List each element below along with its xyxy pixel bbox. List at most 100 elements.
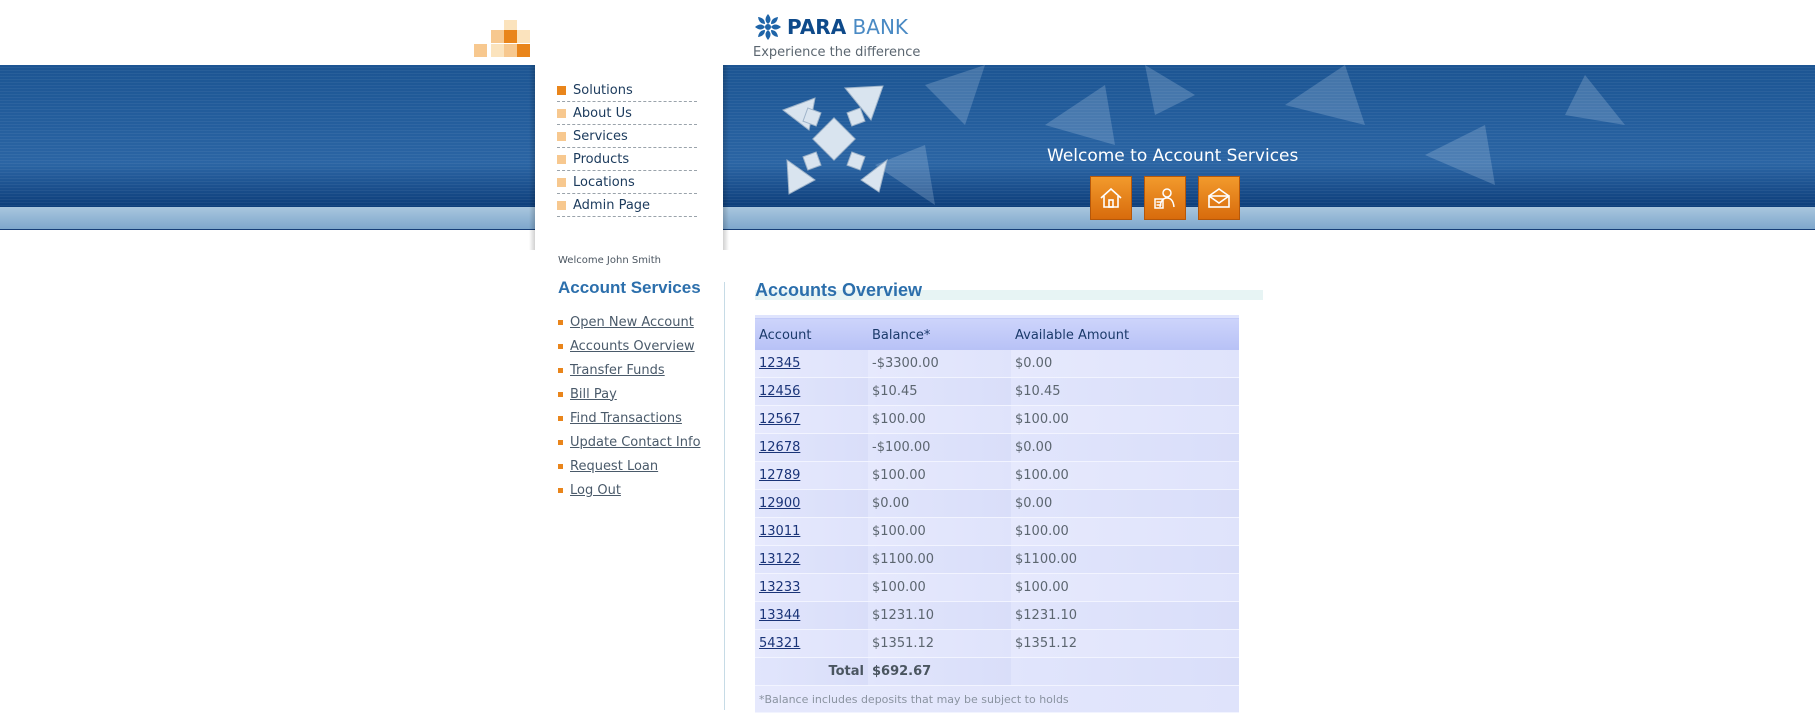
- sidebar-item-find-transactions: Find Transactions: [558, 406, 701, 430]
- home-button[interactable]: [1090, 176, 1132, 220]
- nav-item-about-us[interactable]: About Us: [557, 102, 697, 125]
- account-link[interactable]: 12900: [759, 496, 800, 511]
- bullet-icon: [557, 85, 566, 95]
- quick-icon-buttons: [1090, 176, 1240, 220]
- available-cell: $100.00: [1011, 573, 1239, 602]
- account-link[interactable]: 54321: [759, 636, 800, 651]
- available-cell: $100.00: [1011, 461, 1239, 490]
- balance-cell: $100.00: [868, 517, 1011, 546]
- table-row: 12900 $0.00 $0.00: [755, 489, 1239, 518]
- account-services-menu: Open New Account Accounts Overview Trans…: [558, 310, 701, 502]
- sidebar-item-transfer-funds: Transfer Funds: [558, 358, 701, 382]
- account-cell: 13011: [755, 517, 868, 546]
- bullet-icon: [557, 154, 566, 164]
- bullet-icon: [558, 367, 563, 373]
- welcome-user-text: Welcome John Smith: [558, 255, 661, 266]
- table-row: 12567 $100.00 $100.00: [755, 405, 1239, 434]
- bullet-icon: [558, 415, 563, 421]
- account-link[interactable]: 13011: [759, 524, 800, 539]
- table-row: 12789 $100.00 $100.00: [755, 461, 1239, 490]
- sidebar-item-open-new-account: Open New Account: [558, 310, 701, 334]
- balance-cell: $10.45: [868, 377, 1011, 406]
- account-cell: 12900: [755, 489, 868, 518]
- account-cell: 54321: [755, 629, 868, 658]
- account-link[interactable]: 12678: [759, 440, 800, 455]
- account-link[interactable]: 12789: [759, 468, 800, 483]
- sidebar-item-accounts-overview: Accounts Overview: [558, 334, 701, 358]
- log-out-link[interactable]: Log Out: [570, 483, 621, 498]
- bill-pay-link[interactable]: Bill Pay: [570, 387, 617, 402]
- nav-item-locations[interactable]: Locations: [557, 171, 697, 194]
- balance-cell: $1231.10: [868, 601, 1011, 630]
- sidebar-item-bill-pay: Bill Pay: [558, 382, 701, 406]
- balance-cell: $100.00: [868, 405, 1011, 434]
- accounts-overview-link[interactable]: Accounts Overview: [570, 339, 695, 354]
- account-link[interactable]: 13233: [759, 580, 800, 595]
- mail-icon: [1208, 188, 1230, 208]
- transfer-funds-link[interactable]: Transfer Funds: [570, 363, 665, 378]
- bullet-icon: [557, 200, 566, 210]
- account-cell: 13233: [755, 573, 868, 602]
- sidebar-title: Account Services: [558, 278, 701, 297]
- available-cell: $1231.10: [1011, 601, 1239, 630]
- top-nav-menu: Solutions About Us Services Products Loc…: [557, 79, 697, 217]
- bullet-icon: [558, 343, 563, 349]
- available-cell: $1100.00: [1011, 545, 1239, 574]
- nav-item-admin-page[interactable]: Admin Page: [557, 194, 697, 217]
- bullet-icon: [557, 131, 566, 141]
- header-available-amount: Available Amount: [1011, 315, 1239, 350]
- account-cell: 12456: [755, 377, 868, 406]
- open-new-account-link[interactable]: Open New Account: [570, 315, 694, 330]
- contact-icon: [1154, 188, 1175, 209]
- brand-tagline: Experience the difference: [753, 45, 921, 60]
- nav-item-products[interactable]: Products: [557, 148, 697, 171]
- contact-button[interactable]: [1144, 176, 1186, 220]
- table-row: 13233 $100.00 $100.00: [755, 573, 1239, 602]
- page-title: Accounts Overview: [755, 280, 923, 300]
- total-label: Total: [755, 657, 868, 686]
- table-row: 54321 $1351.12 $1351.12: [755, 629, 1239, 658]
- total-value: $692.67: [868, 657, 1011, 686]
- balance-cell: -$100.00: [868, 433, 1011, 462]
- account-cell: 12345: [755, 350, 868, 378]
- sidebar-item-log-out: Log Out: [558, 478, 701, 502]
- bullet-icon: [558, 487, 563, 493]
- bullet-icon: [557, 108, 566, 118]
- request-loan-link[interactable]: Request Loan: [570, 459, 658, 474]
- mail-button[interactable]: [1198, 176, 1240, 220]
- header-account: Account: [755, 315, 868, 350]
- table-row: 13344 $1231.10 $1231.10: [755, 601, 1239, 630]
- table-row: 12678 -$100.00 $0.00: [755, 433, 1239, 462]
- column-divider: [724, 282, 725, 710]
- account-link[interactable]: 13344: [759, 608, 800, 623]
- total-row: Total $692.67: [755, 657, 1239, 686]
- table-row: 12345 -$3300.00 $0.00: [755, 350, 1239, 378]
- account-link[interactable]: 13122: [759, 552, 800, 567]
- account-link[interactable]: 12456: [759, 384, 800, 399]
- brand-logo[interactable]: PARA BANK: [753, 10, 908, 44]
- footnote-row: *Balance includes deposits that may be s…: [755, 685, 1239, 713]
- account-cell: 12789: [755, 461, 868, 490]
- account-link[interactable]: 12345: [759, 356, 800, 371]
- sidebar-item-request-loan: Request Loan: [558, 454, 701, 478]
- account-cell: 13122: [755, 545, 868, 574]
- find-transactions-link[interactable]: Find Transactions: [570, 411, 682, 426]
- nav-item-services[interactable]: Services: [557, 125, 697, 148]
- table-row: 13011 $100.00 $100.00: [755, 517, 1239, 546]
- table-row: 12456 $10.45 $10.45: [755, 377, 1239, 406]
- bullet-icon: [558, 391, 563, 397]
- nav-item-solutions[interactable]: Solutions: [557, 79, 697, 102]
- available-cell: $100.00: [1011, 405, 1239, 434]
- account-link[interactable]: 12567: [759, 412, 800, 427]
- decorative-squares: [474, 20, 534, 65]
- account-cell: 12678: [755, 433, 868, 462]
- update-contact-info-link[interactable]: Update Contact Info: [570, 435, 701, 450]
- bullet-icon: [558, 319, 563, 325]
- header-banner: [0, 65, 1815, 230]
- available-cell: $1351.12: [1011, 629, 1239, 658]
- bullet-icon: [557, 177, 566, 187]
- top-nav-panel: Solutions About Us Services Products Loc…: [529, 65, 729, 250]
- table-row: 13122 $1100.00 $1100.00: [755, 545, 1239, 574]
- balance-cell: -$3300.00: [868, 350, 1011, 378]
- available-cell: $0.00: [1011, 489, 1239, 518]
